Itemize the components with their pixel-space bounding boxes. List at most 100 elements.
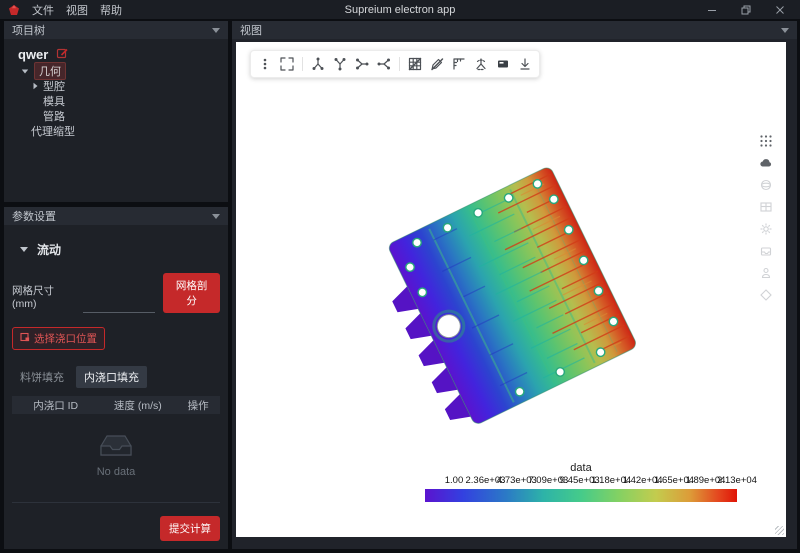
tree-item-geometry[interactable]: 几何 xyxy=(21,64,220,78)
expanded-arrow-icon[interactable] xyxy=(22,69,28,73)
tree-item-proxy-model[interactable]: 代理缩型 xyxy=(21,124,220,138)
select-gate-label: 选择浇口位置 xyxy=(34,331,97,346)
mesh-toggle-button[interactable] xyxy=(405,54,425,74)
side-toolbar xyxy=(759,134,773,302)
params-title: 参数设置 xyxy=(12,208,56,224)
download-icon xyxy=(517,56,533,72)
edit-icon[interactable] xyxy=(56,47,68,62)
view-panel: 视图 xyxy=(232,21,797,549)
view-header[interactable]: 视图 xyxy=(232,21,797,39)
mesh-divide-button[interactable]: 网格剖分 xyxy=(163,273,220,313)
table-grid-icon[interactable] xyxy=(759,200,773,214)
empty-inbox-icon xyxy=(94,430,138,460)
view-title: 视图 xyxy=(240,22,262,38)
tree-item-mold[interactable]: 模具 xyxy=(33,94,220,108)
tree-item-label: 模具 xyxy=(43,93,65,109)
kebab-menu-icon xyxy=(257,56,273,72)
params-header[interactable]: 参数设置 xyxy=(4,207,228,225)
column-actions: 操作 xyxy=(176,398,220,413)
axis-view-2-icon xyxy=(332,56,348,72)
resize-handle-icon[interactable] xyxy=(775,526,784,535)
cloud-icon[interactable] xyxy=(759,156,773,170)
reset-view-icon xyxy=(279,56,295,72)
project-tree-panel: 项目树 qwer 几何 型腔 模具 管路 代理缩型 xyxy=(4,21,228,202)
submit-calculation-button[interactable]: 提交计算 xyxy=(160,516,220,541)
menu-help[interactable]: 帮助 xyxy=(100,2,122,18)
section-title: 流动 xyxy=(37,241,61,258)
tree-item-label: 管路 xyxy=(43,108,65,124)
toolbar-separator xyxy=(399,57,400,71)
reset-view-button[interactable] xyxy=(277,54,297,74)
scale-ruler-button[interactable] xyxy=(449,54,469,74)
axis-view-1-button[interactable] xyxy=(308,54,328,74)
axes-measure-button[interactable] xyxy=(471,54,491,74)
gear-icon[interactable] xyxy=(759,222,773,236)
axis-view-1-icon xyxy=(310,56,326,72)
collapse-panel-icon[interactable] xyxy=(212,214,220,219)
collapse-panel-icon[interactable] xyxy=(212,28,220,33)
minimize-button[interactable] xyxy=(706,4,718,16)
section-expand-icon[interactable] xyxy=(20,247,28,252)
tree-item-label: 代理缩型 xyxy=(31,123,75,139)
axes-measure-icon xyxy=(473,56,489,72)
axis-view-3-button[interactable] xyxy=(352,54,372,74)
project-name: qwer xyxy=(18,47,48,62)
dots-grid-icon[interactable] xyxy=(759,134,773,148)
column-velocity: 速度 (m/s) xyxy=(99,398,176,413)
globe-icon[interactable] xyxy=(759,178,773,192)
mesh-toggle-icon xyxy=(407,56,423,72)
project-tree-title: 项目树 xyxy=(12,22,45,38)
axis-view-3-icon xyxy=(354,56,370,72)
menu-view[interactable]: 视图 xyxy=(66,2,88,18)
section-flow[interactable]: 流动 xyxy=(20,241,220,258)
pen-slash-icon xyxy=(429,56,445,72)
screenshot-button[interactable] xyxy=(493,54,513,74)
project-tree-header[interactable]: 项目树 xyxy=(4,21,228,39)
close-icon xyxy=(775,5,785,15)
collapse-panel-icon[interactable] xyxy=(781,28,789,33)
diamond-icon[interactable] xyxy=(759,288,773,302)
axis-view-4-button[interactable] xyxy=(374,54,394,74)
empty-state: No data xyxy=(12,430,220,478)
divider xyxy=(12,502,220,503)
minimize-icon xyxy=(707,5,717,15)
app-logo-icon xyxy=(8,4,20,16)
project-tree: qwer 几何 型腔 模具 管路 代理缩型 xyxy=(4,39,228,145)
colorbar-title: data xyxy=(425,462,737,475)
tree-item-piping[interactable]: 管路 xyxy=(33,109,220,123)
menu-file[interactable]: 文件 xyxy=(32,2,54,18)
tree-item-project[interactable]: qwer xyxy=(18,45,220,63)
close-button[interactable] xyxy=(774,4,786,16)
restore-button[interactable] xyxy=(740,4,752,16)
pen-slash-button[interactable] xyxy=(427,54,447,74)
tab-biscuit-fill[interactable]: 料饼填充 xyxy=(12,366,72,388)
scale-ruler-icon xyxy=(451,56,467,72)
params-panel: 参数设置 流动 网格尺寸(mm) 网格剖分 选择浇口位置 料饼填充 内浇口填充 … xyxy=(4,207,228,549)
download-button[interactable] xyxy=(515,54,535,74)
colorbar-ticks: 1.00 2.36e+03 4.73e+03 7.09e+03 9.45e+03… xyxy=(454,475,737,488)
gate-table-header: 内浇口 ID 速度 (m/s) 操作 xyxy=(12,396,220,414)
titlebar: Supreium electron app 文件 视图 帮助 xyxy=(0,0,800,19)
tree-item-cavity[interactable]: 型腔 xyxy=(33,79,220,93)
collapsed-arrow-icon[interactable] xyxy=(34,83,38,89)
fill-tabs: 料饼填充 内浇口填充 xyxy=(12,366,220,388)
axis-view-2-button[interactable] xyxy=(330,54,350,74)
restore-icon xyxy=(741,5,751,15)
person-pin-icon[interactable] xyxy=(759,266,773,280)
viewport-canvas[interactable]: data 1.00 2.36e+03 4.73e+03 7.09e+03 9.4… xyxy=(236,42,786,537)
colorbar: data 1.00 2.36e+03 4.73e+03 7.09e+03 9.4… xyxy=(425,462,737,502)
mesh-size-label: 网格尺寸(mm) xyxy=(12,283,73,313)
colorbar-tick: 1.00 xyxy=(445,475,464,486)
colorbar-tick: 2.13e+04 xyxy=(717,475,757,486)
tray-icon[interactable] xyxy=(759,244,773,258)
column-gate-id: 内浇口 ID xyxy=(12,398,99,413)
view-toolbar xyxy=(250,50,540,78)
mesh-size-input[interactable] xyxy=(83,294,155,313)
select-gate-button[interactable]: 选择浇口位置 xyxy=(12,327,105,350)
tab-inner-gate-fill[interactable]: 内浇口填充 xyxy=(76,366,147,388)
select-region-icon xyxy=(20,332,30,345)
tree-item-label: 型腔 xyxy=(43,78,65,94)
kebab-menu-button[interactable] xyxy=(255,54,275,74)
axis-view-4-icon xyxy=(376,56,392,72)
toolbar-separator xyxy=(302,57,303,71)
